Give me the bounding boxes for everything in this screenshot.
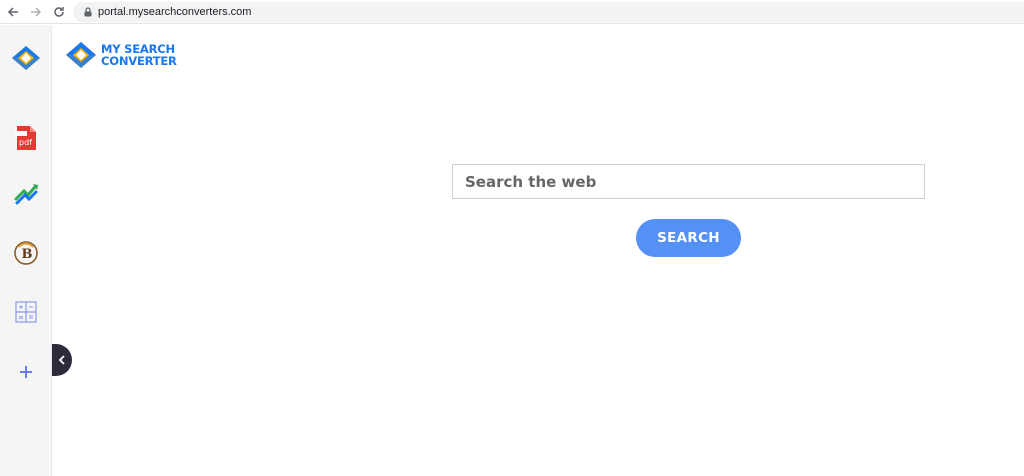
bitcoin-icon: B [14, 241, 38, 265]
sidebar-item-calculator[interactable] [9, 295, 43, 329]
forward-icon[interactable] [27, 3, 45, 21]
convert-arrows-icon [14, 184, 38, 205]
mysearchconverter-logo-icon [12, 46, 40, 70]
brand-name: MY SEARCH CONVERTER [101, 43, 177, 67]
sidebar-item-add[interactable] [9, 355, 43, 389]
url-text: portal.mysearchconverters.com [98, 6, 252, 18]
brand-logo[interactable]: MY SEARCH CONVERTER [64, 38, 177, 72]
sidebar-item-convert[interactable] [9, 177, 43, 211]
svg-text:pdf: pdf [19, 138, 32, 147]
reload-icon[interactable] [50, 3, 68, 21]
mysearchconverter-logo-icon [66, 42, 96, 68]
svg-text:B: B [22, 247, 33, 262]
browser-toolbar: portal.mysearchconverters.com [0, 0, 1024, 24]
calculator-icon [15, 301, 37, 323]
search-button[interactable]: SEARCH [636, 219, 741, 257]
pdf-icon: pdf [15, 126, 36, 150]
lock-icon [84, 7, 92, 17]
sidebar-item-bitcoin[interactable]: B [9, 236, 43, 270]
collapse-sidebar-button[interactable] [52, 344, 72, 376]
plus-icon [20, 366, 32, 378]
brand-line-2: CONVERTER [101, 54, 177, 68]
sidebar-item-home[interactable] [9, 41, 43, 75]
back-icon[interactable] [4, 3, 22, 21]
address-bar[interactable]: portal.mysearchconverters.com [73, 2, 1024, 22]
chevron-left-icon [58, 355, 65, 365]
search-input[interactable] [452, 164, 925, 199]
sidebar-item-pdf[interactable]: pdf [9, 121, 43, 155]
sidebar: pdf B [0, 25, 52, 476]
